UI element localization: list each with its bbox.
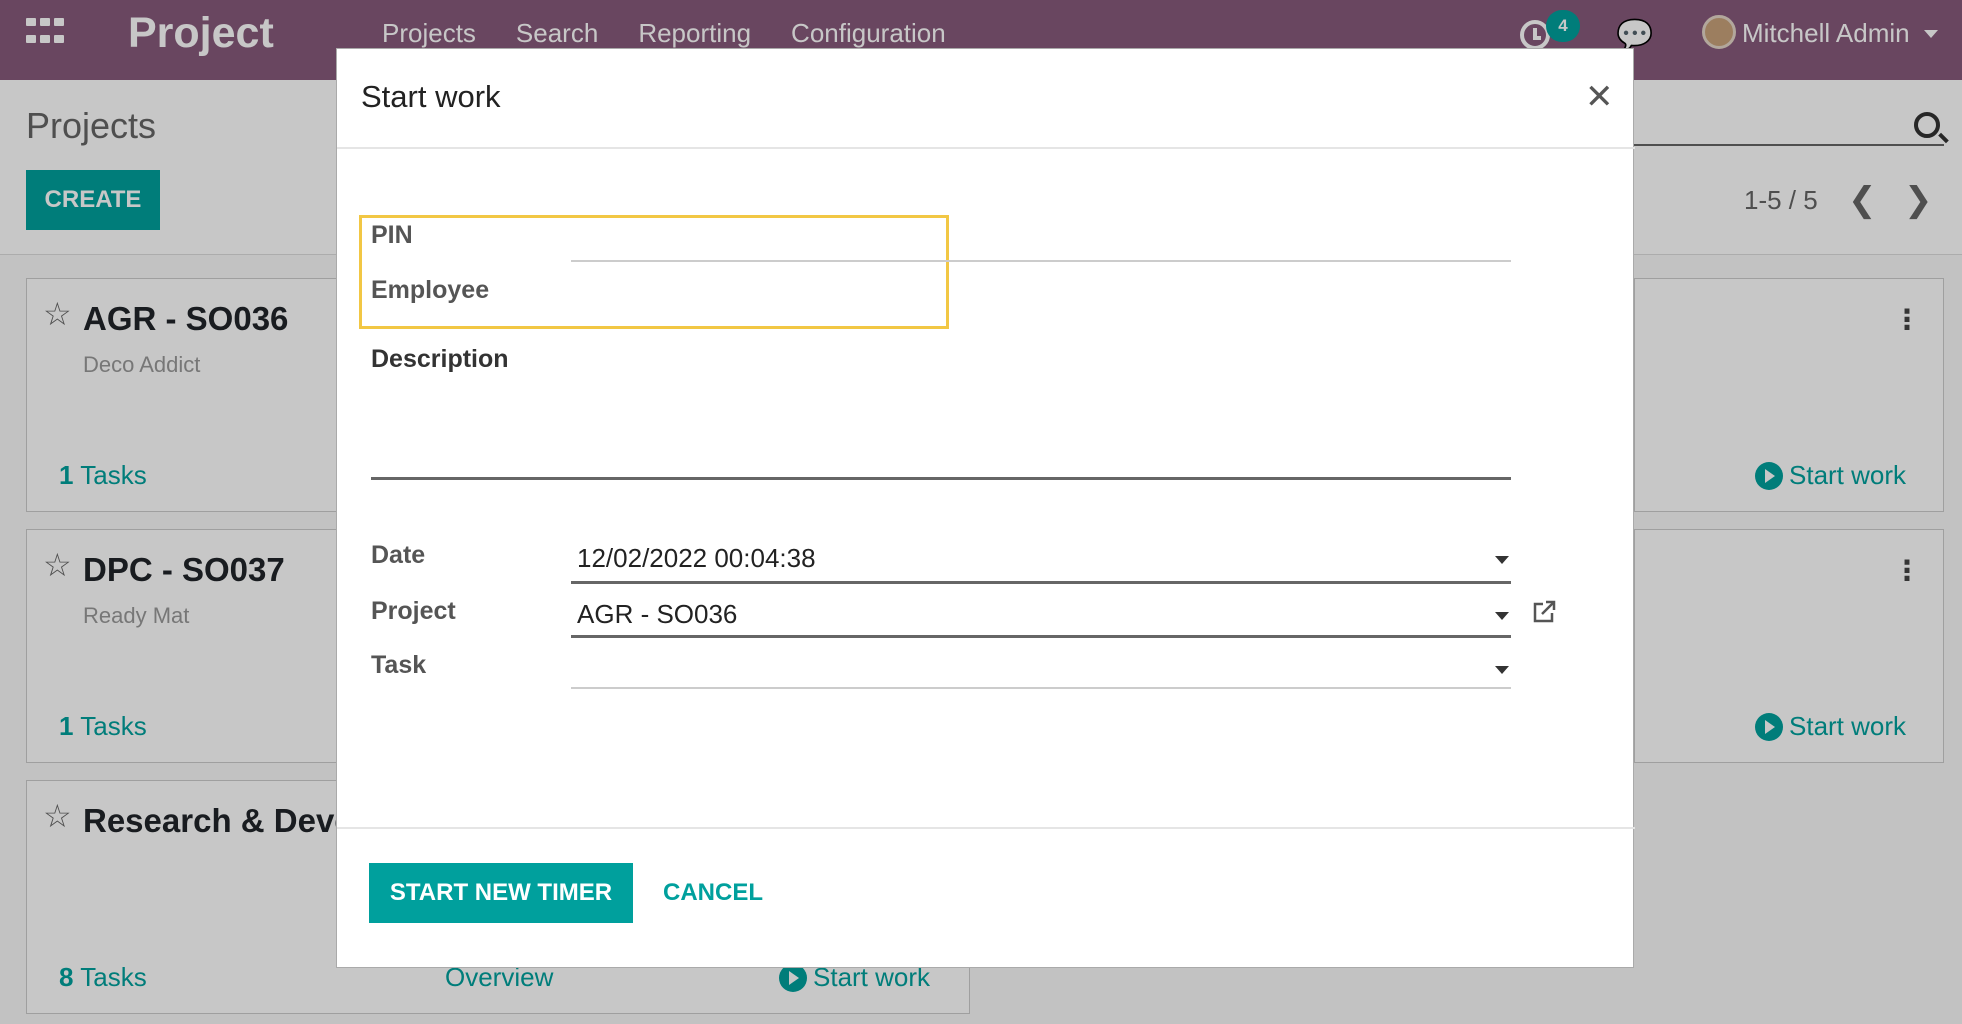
description-label: Description — [371, 345, 509, 373]
chevron-down-icon[interactable] — [1495, 666, 1509, 674]
date-value[interactable]: 12/02/2022 00:04:38 — [577, 543, 816, 574]
highlight-box — [359, 215, 949, 329]
project-field[interactable] — [571, 635, 1511, 638]
task-field[interactable] — [571, 687, 1511, 689]
cancel-button[interactable]: CANCEL — [663, 863, 763, 923]
task-label: Task — [371, 651, 427, 679]
header-divider — [337, 147, 1635, 149]
start-new-timer-button[interactable]: START NEW TIMER — [369, 863, 633, 923]
employee-label: Employee — [371, 276, 490, 304]
project-label: Project — [371, 597, 456, 625]
chevron-down-icon[interactable] — [1495, 556, 1509, 564]
description-textarea[interactable] — [371, 477, 1511, 480]
pin-input[interactable] — [571, 260, 1511, 262]
footer-divider — [337, 827, 1635, 829]
project-value[interactable]: AGR - SO036 — [577, 599, 737, 630]
close-icon[interactable]: ✕ — [1585, 77, 1614, 117]
date-label: Date — [371, 541, 426, 569]
pin-label: PIN — [371, 221, 413, 249]
dialog-title: Start work — [361, 79, 501, 114]
chevron-down-icon[interactable] — [1495, 612, 1509, 620]
start-work-dialog: Start work ✕ PIN Employee Description Da… — [336, 48, 1635, 968]
date-field[interactable] — [571, 581, 1511, 584]
external-link-icon[interactable] — [1531, 599, 1557, 625]
